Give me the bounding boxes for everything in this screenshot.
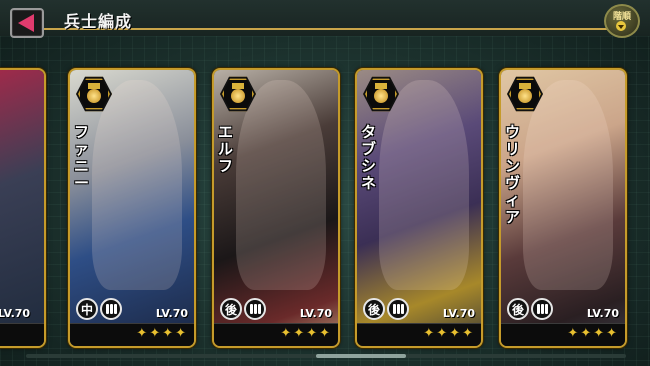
character-portrait: [0, 70, 44, 346]
back-button[interactable]: [10, 8, 44, 38]
character-name: ウリンヴィア: [505, 123, 521, 226]
soldier-card[interactable]: タブシネ 後 LV.70 ✦✦✦✦: [355, 68, 483, 348]
star-rating: [0, 323, 44, 346]
horizontal-scrollbar[interactable]: [26, 354, 626, 358]
ammo-icon: [387, 298, 409, 320]
sort-arrow-icon: [616, 21, 626, 31]
medal-icon: [218, 74, 258, 116]
position-badge: 後: [507, 298, 529, 320]
back-arrow-icon: [18, 14, 34, 32]
ammo-icon: [244, 298, 266, 320]
medal-icon: [361, 74, 401, 116]
soldier-card[interactable]: ウリンヴィア 後 LV.70 ✦✦✦✦: [499, 68, 627, 348]
character-name: タブシネ: [361, 123, 377, 192]
ammo-icon: [100, 298, 122, 320]
soldier-card[interactable]: エルフ 後 LV.70 ✦✦✦✦: [212, 68, 340, 348]
medal-icon: [505, 74, 545, 116]
star-rating: ✦✦✦✦: [70, 323, 194, 346]
level-label: LV.70: [299, 307, 332, 320]
position-badge: 後: [220, 298, 242, 320]
level-label: LV.70: [155, 307, 188, 320]
scrollbar-thumb[interactable]: [316, 354, 406, 358]
soldier-card-partial[interactable]: LV.70: [0, 68, 46, 348]
sort-button[interactable]: 階順: [604, 4, 640, 38]
star-rating: ✦✦✦✦: [214, 323, 338, 346]
character-name: ファニー: [74, 123, 90, 192]
page-title: 兵士編成: [64, 12, 133, 31]
star-rating: ✦✦✦✦: [501, 323, 625, 346]
star-rating: ✦✦✦✦: [357, 323, 481, 346]
level-label: LV.70: [0, 307, 31, 320]
soldier-card[interactable]: ファニー 中 LV.70 ✦✦✦✦: [68, 68, 196, 348]
character-name: エルフ: [218, 123, 234, 175]
level-label: LV.70: [586, 307, 619, 320]
medal-icon: [74, 74, 114, 116]
ammo-icon: [531, 298, 553, 320]
position-badge: 後: [363, 298, 385, 320]
level-label: LV.70: [442, 307, 475, 320]
position-badge: 中: [76, 298, 98, 320]
sort-label: 階順: [612, 12, 631, 22]
